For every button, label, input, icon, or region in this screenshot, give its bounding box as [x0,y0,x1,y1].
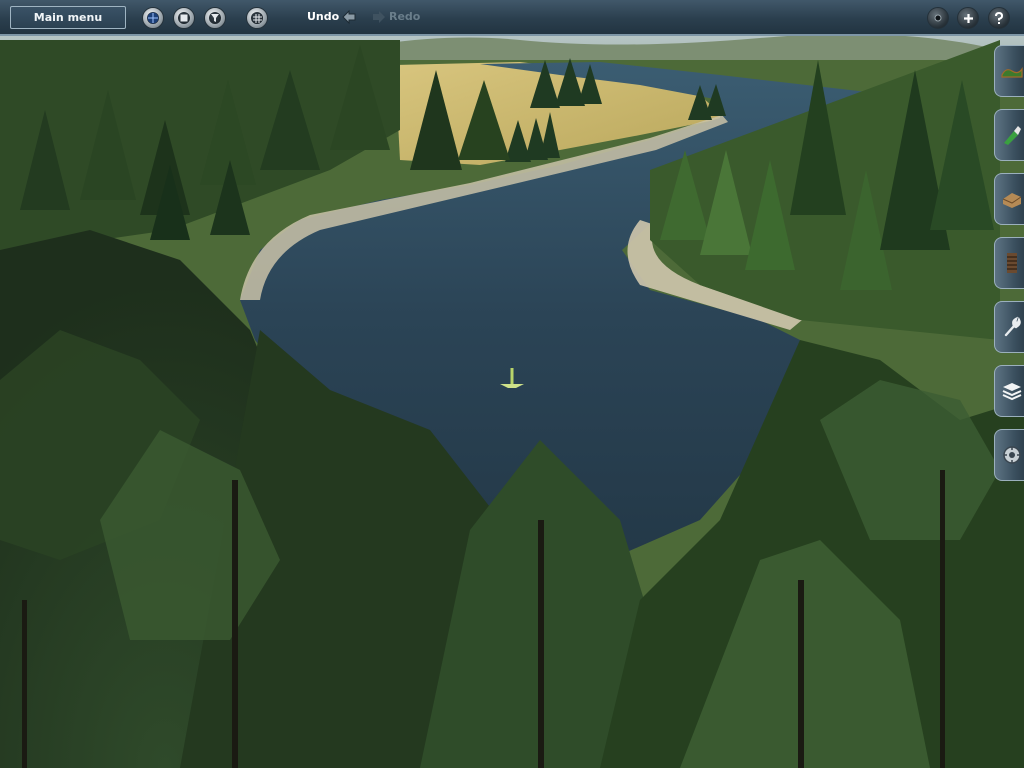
redo-arrow-icon[interactable] [371,9,387,25]
terrain-tool-tab[interactable] [994,45,1024,97]
stop-button[interactable] [173,7,195,29]
terrain-icon [1000,67,1023,78]
paint-brush-icon [1003,126,1021,145]
globe-icon [147,12,159,24]
undo-arrow-icon[interactable] [341,9,357,25]
3d-scene[interactable] [0,0,1024,768]
paint-tool-tab[interactable] [994,109,1024,161]
wrench-icon [1004,316,1021,337]
gear-icon [1002,446,1021,464]
filter-button[interactable] [204,7,226,29]
undo-label[interactable]: Undo [307,10,339,23]
main-menu-button[interactable]: Main menu [10,6,126,29]
zoom-in-icon [963,13,974,24]
game-viewport[interactable] [0,0,1024,768]
zoom-in-button[interactable] [957,7,979,29]
filter-icon [209,12,221,24]
objects-tool-tab[interactable] [994,173,1024,225]
track-icon [1006,253,1017,273]
settings-tool-tab[interactable] [994,429,1024,481]
grid-icon [251,12,263,24]
layers-icon [1002,383,1021,401]
wrench-tool-tab[interactable] [994,301,1024,353]
help-button[interactable] [988,7,1010,29]
top-toolbar: Main menu Undo Redo [0,0,1024,36]
redo-label[interactable]: Redo [389,10,420,23]
track-tool-tab[interactable] [994,237,1024,289]
help-icon [994,12,1004,24]
globe-button[interactable] [142,7,164,29]
stop-icon [178,12,190,24]
grid-button[interactable] [246,7,268,29]
camera-button[interactable] [927,7,949,29]
building-icon [1002,193,1021,208]
camera-icon [933,13,943,23]
layers-tool-tab[interactable] [994,365,1024,417]
